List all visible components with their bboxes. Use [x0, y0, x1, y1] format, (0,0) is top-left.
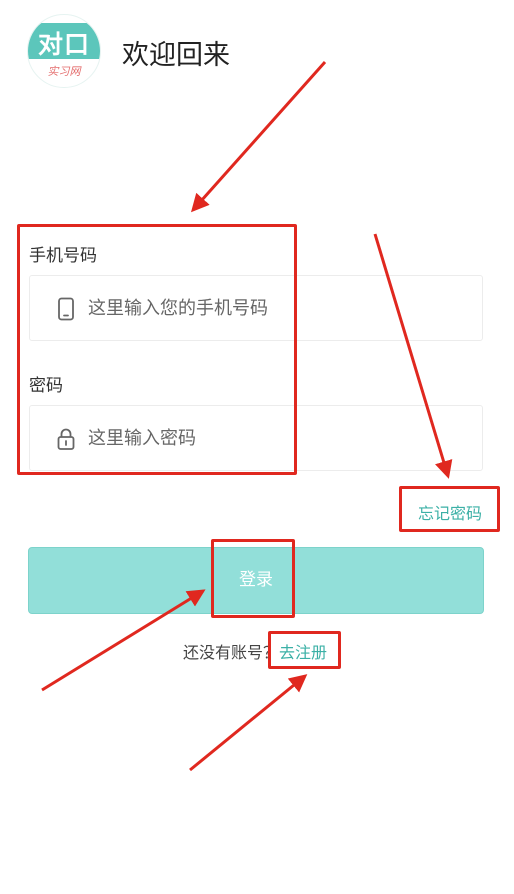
arrow-to-login	[41, 589, 206, 692]
arrow-to-form	[191, 61, 327, 213]
arrow-to-register	[189, 674, 308, 772]
arrow-to-forgot	[373, 233, 453, 479]
annotation-arrows	[41, 61, 453, 772]
